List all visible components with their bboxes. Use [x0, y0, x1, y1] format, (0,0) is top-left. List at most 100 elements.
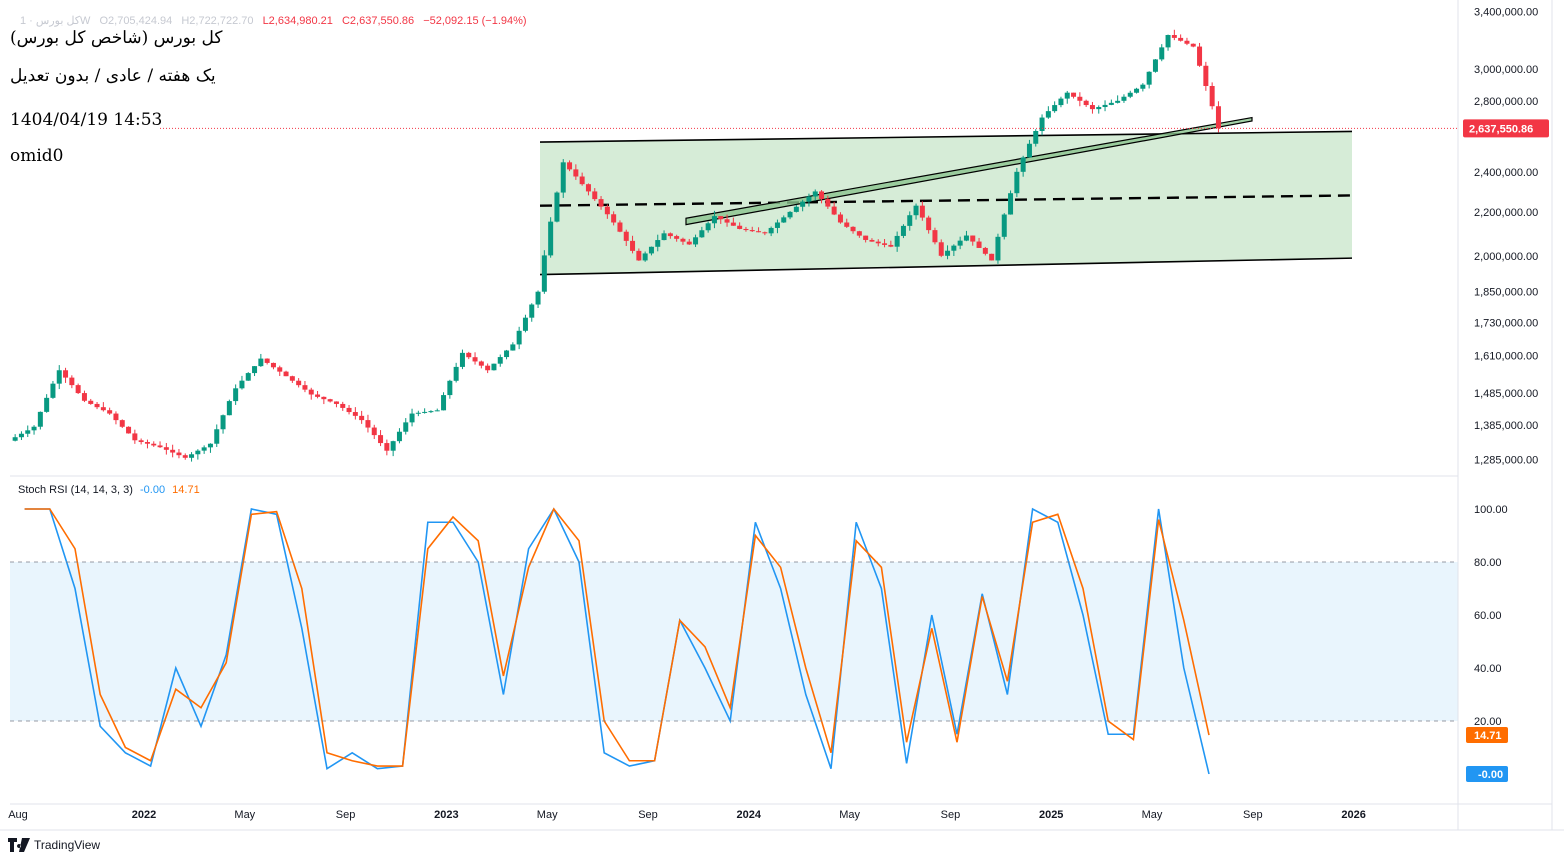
price-tick-label: 1,730,000.00: [1474, 318, 1538, 330]
candle-body: [655, 240, 661, 247]
price-tick-label: 2,400,000.00: [1474, 167, 1538, 179]
last-price-label: 2,637,550.86: [1469, 123, 1533, 135]
stoch-rsi-tick-label: 60.00: [1474, 610, 1502, 622]
ohlc-legend: کل بورس · 1W O2,705,424.94 H2,722,722.70…: [20, 14, 533, 27]
candle-body: [352, 412, 358, 416]
candle-body: [302, 385, 308, 390]
candle-body: [31, 426, 37, 431]
candle-body: [598, 199, 604, 207]
candle-body: [667, 233, 673, 237]
candle-body: [315, 394, 321, 397]
stoch-rsi-legend[interactable]: Stoch RSI (14, 14, 3, 3) -0.00 14.71: [18, 484, 200, 496]
candle-body: [919, 205, 925, 218]
candle-body: [107, 410, 113, 414]
candle-body: [277, 367, 283, 372]
candle-body: [800, 201, 806, 207]
candle-body: [233, 388, 239, 402]
candle-body: [693, 237, 699, 245]
candle-body: [711, 216, 717, 224]
candle-body: [453, 366, 459, 381]
time-axis-label: 2022: [132, 809, 156, 821]
candle-body: [50, 383, 56, 398]
candle-body: [535, 291, 541, 305]
candle-body: [1083, 100, 1089, 106]
stoch-k-value: -0.00: [140, 484, 166, 496]
candle-body: [617, 222, 623, 232]
candle-body: [989, 253, 995, 261]
candle-body: [497, 357, 503, 364]
candle-body: [850, 226, 856, 232]
close-value: C2,637,550.86: [341, 15, 415, 27]
candle-body: [182, 455, 188, 458]
candle-body: [371, 427, 377, 436]
candle-body: [1146, 71, 1152, 85]
time-axis-label: Sep: [638, 809, 658, 821]
candle-body: [289, 376, 295, 381]
candle-body: [1171, 35, 1177, 38]
candle-body: [554, 192, 560, 222]
candle-body: [201, 447, 207, 451]
candle-body: [207, 443, 213, 448]
candle-body: [245, 373, 251, 381]
datetime-note: 1404/04/19 14:53: [10, 110, 163, 130]
candle-body: [900, 225, 906, 236]
stoch-rsi-tick-label: 20.00: [1474, 716, 1502, 728]
tradingview-icon: [8, 838, 30, 852]
candle-body: [252, 366, 258, 374]
candle-body: [1096, 107, 1102, 110]
candle-body: [485, 365, 491, 371]
candle-body: [737, 225, 743, 229]
candle-body: [774, 222, 780, 228]
candle-body: [1152, 59, 1158, 72]
candle-body: [504, 350, 510, 358]
candle-body: [37, 411, 43, 427]
author-note: omid0: [10, 146, 64, 166]
candle-body: [976, 241, 982, 248]
candle-body: [856, 231, 862, 236]
candle-body: [541, 255, 547, 292]
candle-body: [686, 241, 692, 245]
price-tick-label: 1,385,000.00: [1474, 420, 1538, 432]
candle-body: [661, 233, 667, 241]
candle-body: [472, 357, 478, 362]
candle-body: [1014, 171, 1020, 194]
candle-body: [963, 235, 969, 241]
candle-body: [340, 403, 346, 408]
price-tick-label: 2,200,000.00: [1474, 207, 1538, 219]
candle-body: [415, 412, 421, 414]
candle-body: [63, 370, 69, 378]
candle-body: [825, 198, 831, 207]
candle-body: [12, 437, 18, 441]
candle-body: [529, 304, 535, 318]
candle-body: [579, 176, 585, 185]
candle-body: [837, 214, 843, 223]
candle-body: [321, 396, 327, 400]
candle-body: [132, 433, 138, 441]
candle-body: [1026, 143, 1032, 158]
candle-body: [1184, 40, 1190, 44]
time-axis-label: May: [234, 809, 255, 821]
candle-body: [819, 191, 825, 199]
stoch-d-value: 14.71: [172, 484, 200, 496]
chart-canvas[interactable]: 3,400,000.00 3,000,000.00 2,800,000.00 2,40…: [0, 0, 1564, 864]
time-axis-label: May: [839, 809, 860, 821]
candle-body: [1190, 43, 1196, 47]
candle-body: [151, 443, 157, 446]
candle-body: [806, 196, 812, 202]
candle-body: [888, 244, 894, 247]
tradingview-logo[interactable]: TradingView: [8, 838, 100, 852]
candle-body: [94, 403, 100, 408]
candle-body: [466, 352, 472, 358]
candle-body: [1115, 100, 1121, 103]
candle-body: [189, 454, 195, 458]
high-value: H2,722,722.70: [181, 15, 254, 27]
candle-body: [648, 246, 654, 254]
stoch-d-badge-label: 14.71: [1474, 730, 1502, 742]
candle-body: [1140, 84, 1146, 89]
candle-body: [705, 223, 711, 231]
candle-body: [1033, 130, 1039, 144]
time-axis-label: 2024: [737, 809, 762, 821]
candle-body: [403, 422, 409, 432]
candle-body: [1134, 88, 1140, 93]
candle-body: [548, 221, 554, 256]
